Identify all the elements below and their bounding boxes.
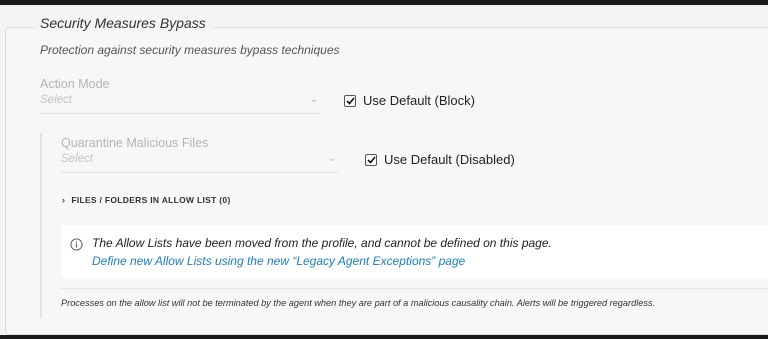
action-mode-use-default-checkbox[interactable] xyxy=(344,94,356,107)
action-mode-label: Action Mode xyxy=(40,77,110,91)
legacy-agent-exceptions-link[interactable]: Define new Allow Lists using the new “Le… xyxy=(92,254,465,268)
quarantine-label: Quarantine Malicious Files xyxy=(61,136,209,150)
info-message: The Allow Lists have been moved from the… xyxy=(92,236,552,250)
allow-list-label: FILES / FOLDERS IN ALLOW LIST (0) xyxy=(71,195,231,205)
action-mode-placeholder: Select xyxy=(40,94,72,106)
checkmark-icon xyxy=(345,96,355,105)
quarantine-select[interactable]: Select ⌄ xyxy=(61,153,338,173)
quarantine-placeholder: Select xyxy=(61,153,93,165)
info-circle-icon xyxy=(70,238,83,251)
quarantine-use-default-checkbox[interactable] xyxy=(365,153,377,166)
divider xyxy=(61,288,768,289)
allow-list-toggle[interactable]: › FILES / FOLDERS IN ALLOW LIST (0) xyxy=(62,195,231,205)
quarantine-use-default[interactable]: Use Default (Disabled) xyxy=(365,152,515,167)
policy-page: Security Measures Bypass Protection agai… xyxy=(0,5,768,335)
quarantine-use-default-label: Use Default (Disabled) xyxy=(384,152,515,167)
allow-list-footnote: Processes on the allow list will not be … xyxy=(61,298,656,308)
checkmark-icon xyxy=(366,155,376,164)
allow-list-info-box: The Allow Lists have been moved from the… xyxy=(61,225,768,278)
action-mode-use-default[interactable]: Use Default (Block) xyxy=(344,93,475,108)
chevron-down-icon: ⌄ xyxy=(327,153,336,164)
chevron-right-icon: › xyxy=(62,195,66,205)
section-title: Security Measures Bypass xyxy=(34,15,214,31)
section-subtitle: Protection against security measures byp… xyxy=(40,43,340,57)
chevron-down-icon: ⌄ xyxy=(309,94,318,105)
action-mode-select[interactable]: Select ⌄ xyxy=(40,94,320,114)
action-mode-use-default-label: Use Default (Block) xyxy=(363,93,475,108)
